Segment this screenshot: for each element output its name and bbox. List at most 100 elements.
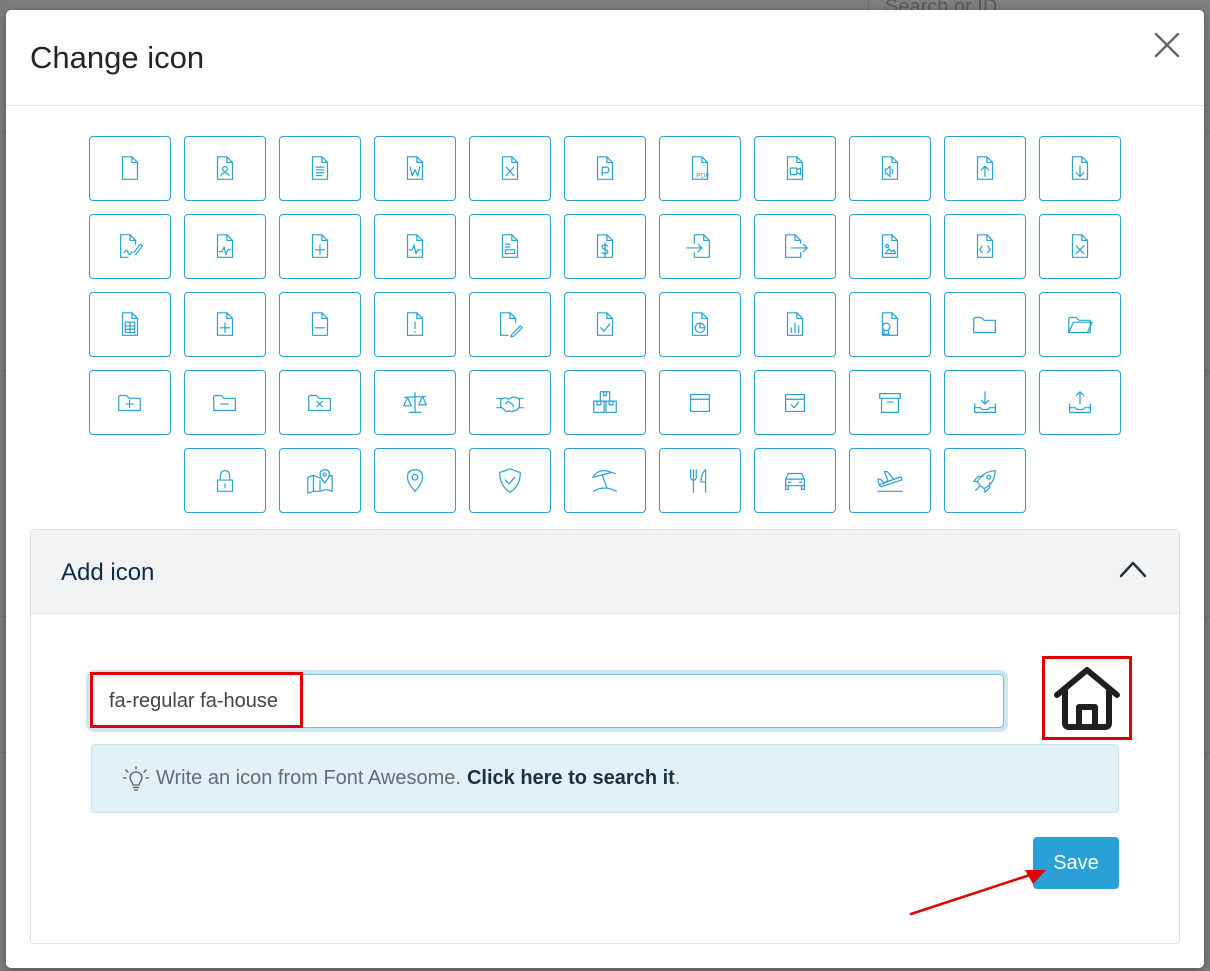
- icon-option-folder-minus[interactable]: [183, 370, 266, 435]
- icon-option-folder-open[interactable]: [1038, 292, 1121, 357]
- annotation-arrow-icon: [909, 870, 1046, 916]
- file-pen-icon: [499, 311, 523, 337]
- file-audio-icon: [881, 155, 898, 180]
- icon-option-file-plus[interactable]: [183, 292, 266, 357]
- file-exclamation-icon: [406, 311, 423, 336]
- file-video-icon: [786, 155, 803, 180]
- icon-option-file-import[interactable]: [658, 214, 741, 279]
- icon-option-file-export[interactable]: [753, 214, 836, 279]
- icon-option-file[interactable]: [88, 136, 171, 201]
- change-icon-modal: Change icon PDF Add icon fa-regular fa-h…: [6, 10, 1204, 968]
- icon-option-file-code[interactable]: [943, 214, 1026, 279]
- box-icon: [689, 393, 710, 412]
- file-heartbeat-icon: [406, 233, 423, 258]
- icon-option-file-waveform[interactable]: [183, 214, 266, 279]
- file-arrow-down-icon: [1071, 155, 1088, 180]
- icon-option-folder-plus[interactable]: [88, 370, 171, 435]
- icon-option-file-check[interactable]: [563, 292, 646, 357]
- icon-option-file-powerpoint[interactable]: [563, 136, 646, 201]
- icon-option-file-arrow-up[interactable]: [943, 136, 1026, 201]
- file-user-icon: [216, 155, 233, 180]
- icon-option-file-dollar[interactable]: [563, 214, 646, 279]
- icon-option-file-pen[interactable]: [468, 292, 551, 357]
- icon-option-file-exclamation[interactable]: [373, 292, 456, 357]
- umbrella-beach-icon: [591, 469, 617, 492]
- add-icon-header[interactable]: Add icon: [31, 530, 1179, 614]
- search-icons-link[interactable]: Click here to search it: [467, 767, 675, 790]
- icon-option-file-arrow-down[interactable]: [1038, 136, 1121, 201]
- file-chart-pie-icon: [691, 311, 708, 336]
- folder-plus-icon: [117, 394, 141, 411]
- icon-grid: PDF: [42, 136, 1167, 513]
- svg-text:PDF: PDF: [696, 172, 709, 179]
- file-powerpoint-icon: [596, 155, 613, 180]
- icon-option-map-location[interactable]: [278, 448, 361, 513]
- icon-option-file-spreadsheet[interactable]: [88, 292, 171, 357]
- icon-option-folder[interactable]: [943, 292, 1026, 357]
- icon-option-file-minus[interactable]: [278, 292, 361, 357]
- icon-option-inbox-download[interactable]: [943, 370, 1026, 435]
- icon-option-file-chart-pie[interactable]: [658, 292, 741, 357]
- map-location-icon: [306, 468, 333, 494]
- icon-option-lock[interactable]: [183, 448, 266, 513]
- file-import-icon: [685, 233, 710, 258]
- file-chart-column-icon: [786, 311, 803, 336]
- icon-option-file-audio[interactable]: [848, 136, 931, 201]
- icon-option-rocket[interactable]: [943, 448, 1026, 513]
- folder-xmark-icon: [307, 394, 331, 411]
- file-check-icon: [596, 311, 613, 336]
- utensils-icon: [689, 468, 706, 493]
- folder-minus-icon: [212, 394, 236, 411]
- folder-open-icon: [1067, 316, 1093, 333]
- file-word-icon: [406, 155, 423, 180]
- close-icon[interactable]: [1150, 28, 1184, 62]
- icon-option-file-image[interactable]: [848, 214, 931, 279]
- file-export-icon: [784, 233, 808, 258]
- file-pdf-icon: PDF: [691, 155, 709, 180]
- icon-option-shield-check[interactable]: [468, 448, 551, 513]
- icon-option-file-xmark[interactable]: [1038, 214, 1121, 279]
- icon-option-file-signature[interactable]: [88, 214, 171, 279]
- icon-option-utensils[interactable]: [658, 448, 741, 513]
- icon-option-file-user[interactable]: [183, 136, 266, 201]
- icon-option-box[interactable]: [658, 370, 741, 435]
- icon-option-location-pin[interactable]: [373, 448, 456, 513]
- icon-option-boxes-stacked[interactable]: [563, 370, 646, 435]
- modal-title: Change icon: [30, 40, 205, 75]
- house-icon: [1054, 667, 1120, 730]
- info-alert: Write an icon from Font Awesome. Click h…: [91, 744, 1119, 813]
- icon-option-file-excel[interactable]: [468, 136, 551, 201]
- icon-option-file-medical[interactable]: [278, 214, 361, 279]
- file-invoice-icon: [501, 233, 518, 258]
- file-code-icon: [976, 233, 993, 258]
- icon-class-input[interactable]: [90, 674, 1004, 728]
- file-icon: [121, 155, 138, 180]
- icon-option-box-archive[interactable]: [848, 370, 931, 435]
- icon-option-plane-departure[interactable]: [848, 448, 931, 513]
- file-xmark-icon: [1071, 233, 1088, 258]
- icon-option-scale-balanced[interactable]: [373, 370, 456, 435]
- car-icon: [784, 472, 805, 490]
- icon-option-file-invoice[interactable]: [468, 214, 551, 279]
- icon-option-umbrella-beach[interactable]: [563, 448, 646, 513]
- icon-option-file-certificate[interactable]: [848, 292, 931, 357]
- icon-option-file-chart-column[interactable]: [753, 292, 836, 357]
- icon-option-box-check[interactable]: [753, 370, 836, 435]
- file-medical-icon: [311, 233, 328, 258]
- save-button[interactable]: Save: [1033, 837, 1119, 889]
- icon-option-file-video[interactable]: [753, 136, 836, 201]
- file-spreadsheet-icon: [121, 311, 138, 336]
- icon-option-file-heartbeat[interactable]: [373, 214, 456, 279]
- icon-option-file-lines[interactable]: [278, 136, 361, 201]
- icon-option-car[interactable]: [753, 448, 836, 513]
- icon-option-handshake[interactable]: [468, 370, 551, 435]
- icon-option-file-pdf[interactable]: PDF: [658, 136, 741, 201]
- plane-departure-icon: [876, 470, 903, 492]
- boxes-stacked-icon: [592, 390, 617, 413]
- icon-option-file-word[interactable]: [373, 136, 456, 201]
- box-archive-icon: [878, 392, 901, 413]
- icon-option-inbox-upload[interactable]: [1038, 370, 1121, 435]
- icon-option-folder-xmark[interactable]: [278, 370, 361, 435]
- lock-icon: [216, 469, 233, 492]
- chevron-up-icon[interactable]: [1119, 560, 1147, 578]
